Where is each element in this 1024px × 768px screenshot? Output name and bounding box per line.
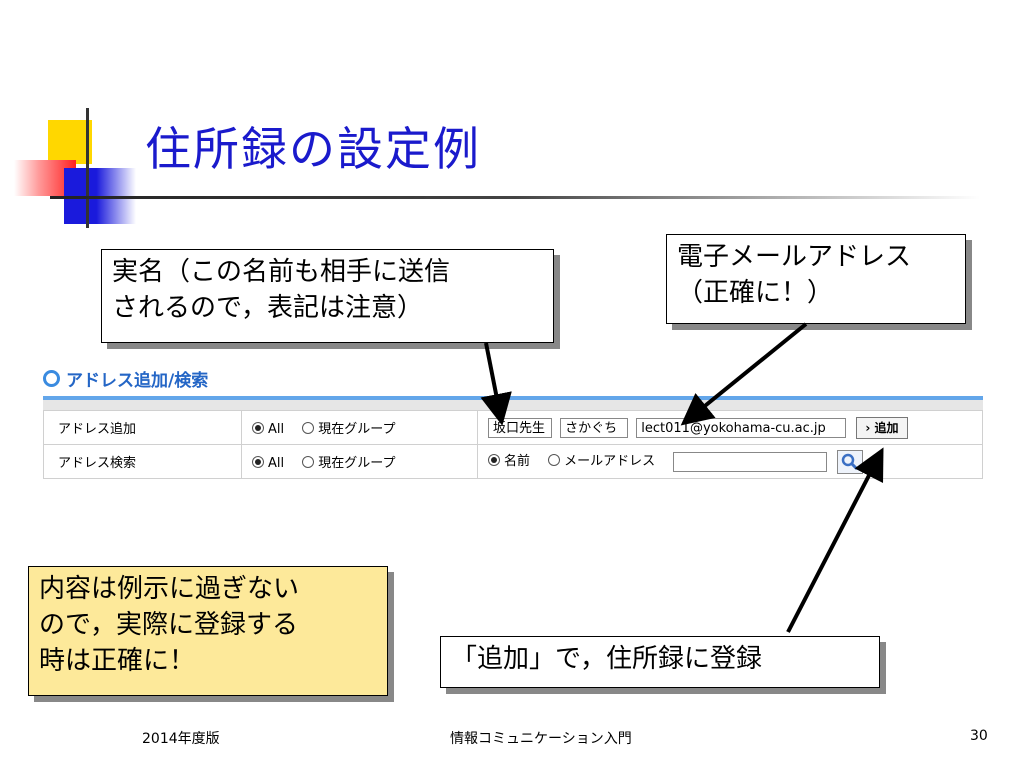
add-row-label: アドレス追加 — [43, 410, 242, 445]
title-underline — [50, 196, 980, 199]
table-row-add: アドレス追加 All 現在グループ 坂口先生 さかぐち lect011@yoko… — [43, 410, 983, 445]
radio-selected-icon[interactable] — [252, 422, 264, 434]
search-by-mail-option[interactable]: メールアドレス — [548, 454, 655, 469]
search-by-mail-label: メールアドレス — [564, 454, 656, 469]
radio-unselected-icon[interactable] — [302, 456, 315, 468]
callout-note-line2: ので，実際に登録する — [39, 610, 298, 640]
search-button[interactable] — [837, 449, 864, 474]
callout-email-line1: 電子メールアドレス — [677, 242, 912, 272]
search-scope-group-option[interactable]: 現在グループ — [302, 456, 396, 471]
search-icon — [842, 453, 859, 470]
radio-selected-icon[interactable] — [488, 454, 500, 466]
callout-note-line1: 内容は例示に過ぎない — [39, 574, 300, 604]
search-by-name-label: 名前 — [504, 454, 531, 469]
search-input[interactable] — [673, 451, 828, 472]
callout-email: 電子メールアドレス （正確に！） — [666, 234, 966, 324]
add-scope-group-label: 現在グループ — [318, 422, 396, 437]
add-row-scope: All 現在グループ — [241, 410, 478, 445]
section-subbar — [43, 400, 983, 410]
callout-real-name: 実名（この名前も相手に送信 されるので，表記は注意） — [101, 249, 554, 343]
table-row-search: アドレス検索 All 現在グループ 名前 メールアドレス — [43, 444, 983, 479]
section-title: アドレス追加/検索 — [66, 371, 209, 391]
arrow-to-add-button — [786, 447, 884, 633]
callout-add: 「追加」で，住所録に登録 — [440, 636, 880, 688]
address-table: アドレス追加 All 現在グループ 坂口先生 さかぐち lect011@yoko… — [43, 410, 983, 479]
add-button[interactable]: › 追加 — [856, 416, 908, 439]
search-by-name-option[interactable]: 名前 — [488, 454, 530, 469]
footer-page-number: 30 — [970, 728, 988, 744]
footer-course: 情報コミュニケーション入門 — [450, 731, 632, 747]
callout-note-line3: 時は正確に！ — [39, 646, 196, 676]
email-input[interactable]: lect011@yokohama-cu.ac.jp — [636, 417, 847, 438]
circle-bullet-icon — [43, 370, 60, 387]
callout-email-line2: （正確に！） — [677, 278, 834, 308]
add-scope-all-label: All — [268, 422, 285, 437]
title-deco-vline — [86, 108, 89, 228]
footer-edition: 2014年度版 — [142, 731, 220, 747]
add-scope-group-option[interactable]: 現在グループ — [302, 422, 396, 437]
search-scope-all-option[interactable]: All — [252, 456, 284, 471]
callout-real-name-line1: 実名（この名前も相手に送信 — [112, 257, 451, 287]
section-header: アドレス追加/検索 — [43, 366, 208, 391]
radio-selected-icon[interactable] — [252, 456, 264, 468]
slide-title: 住所録の設定例 — [145, 122, 481, 176]
radio-unselected-icon[interactable] — [302, 422, 315, 434]
callout-note: 内容は例示に過ぎない ので，実際に登録する 時は正確に！ — [28, 566, 388, 696]
reading-input[interactable]: さかぐち — [560, 417, 629, 438]
search-row-fields: 名前 メールアドレス — [477, 444, 983, 479]
search-row-label: アドレス検索 — [43, 444, 242, 479]
name-input[interactable]: 坂口先生 — [488, 417, 552, 438]
callout-add-text: 「追加」で，住所録に登録 — [451, 644, 762, 674]
radio-unselected-icon[interactable] — [548, 454, 561, 466]
search-scope-all-label: All — [268, 456, 285, 471]
search-scope-group-label: 現在グループ — [318, 456, 396, 471]
add-scope-all-option[interactable]: All — [252, 422, 284, 437]
search-row-scope: All 現在グループ — [241, 444, 478, 479]
callout-real-name-line2: されるので，表記は注意） — [112, 293, 423, 323]
add-row-fields: 坂口先生 さかぐち lect011@yokohama-cu.ac.jp › 追加 — [477, 410, 983, 445]
